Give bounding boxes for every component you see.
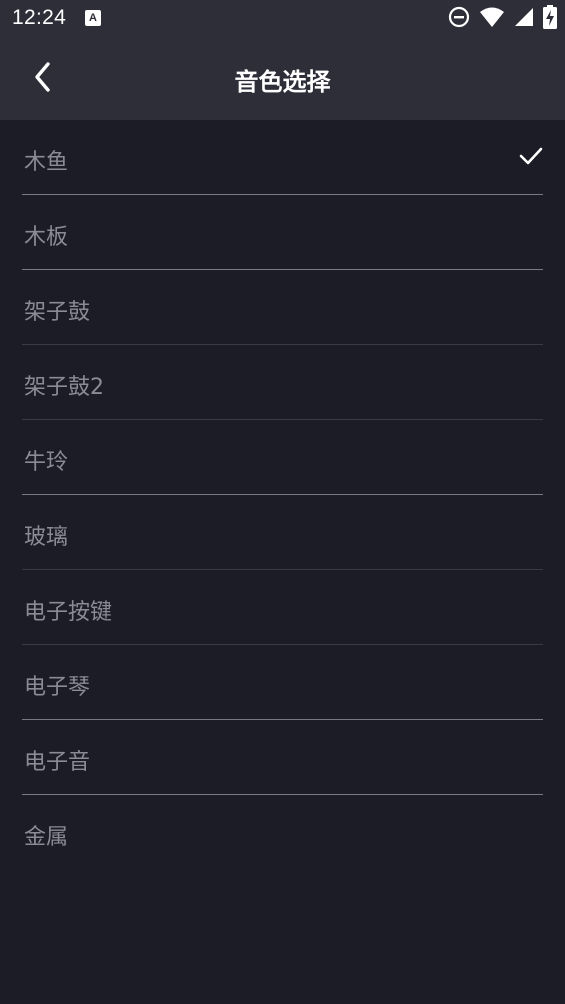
sound-list: 木鱼 木板 架子鼓 架子鼓2 牛玲 玻璃 电子按键 电子琴 电子音 金属: [0, 120, 565, 870]
sound-option[interactable]: 木板: [22, 195, 543, 270]
sound-option[interactable]: 架子鼓2: [22, 345, 543, 420]
sound-option[interactable]: 金属: [22, 795, 543, 870]
sound-option-label: 架子鼓: [24, 300, 91, 325]
sound-option-label: 牛玲: [24, 450, 69, 475]
sound-option-label: 金属: [24, 825, 69, 850]
sound-option-label: 架子鼓2: [24, 375, 104, 400]
sound-option-label: 木鱼: [24, 150, 69, 175]
status-bar: 12:24 A: [0, 0, 565, 38]
wifi-icon: [479, 6, 505, 32]
sound-option[interactable]: 牛玲: [22, 420, 543, 495]
cell-signal-icon: [514, 7, 534, 31]
sound-option-label: 木板: [24, 225, 69, 250]
do-not-disturb-icon: [448, 6, 470, 32]
a-notification-icon: A: [85, 10, 101, 26]
page-title: 音色选择: [234, 68, 331, 96]
sound-option[interactable]: 电子音: [22, 720, 543, 795]
check-icon: [519, 144, 543, 172]
sound-option-label: 电子音: [24, 750, 91, 775]
sound-option-label: 电子按键: [24, 600, 113, 625]
sound-option[interactable]: 木鱼: [22, 120, 543, 195]
sound-option[interactable]: 电子琴: [22, 645, 543, 720]
app-header: 音色选择: [0, 38, 565, 120]
sound-option[interactable]: 架子鼓: [22, 270, 543, 345]
sound-option-label: 玻璃: [24, 525, 69, 550]
battery-charging-icon: [543, 5, 557, 33]
status-icons: [448, 5, 557, 33]
sound-option-label: 电子琴: [24, 675, 91, 700]
sound-option[interactable]: 玻璃: [22, 495, 543, 570]
sound-option[interactable]: 电子按键: [22, 570, 543, 645]
status-time: 12:24: [12, 6, 67, 29]
